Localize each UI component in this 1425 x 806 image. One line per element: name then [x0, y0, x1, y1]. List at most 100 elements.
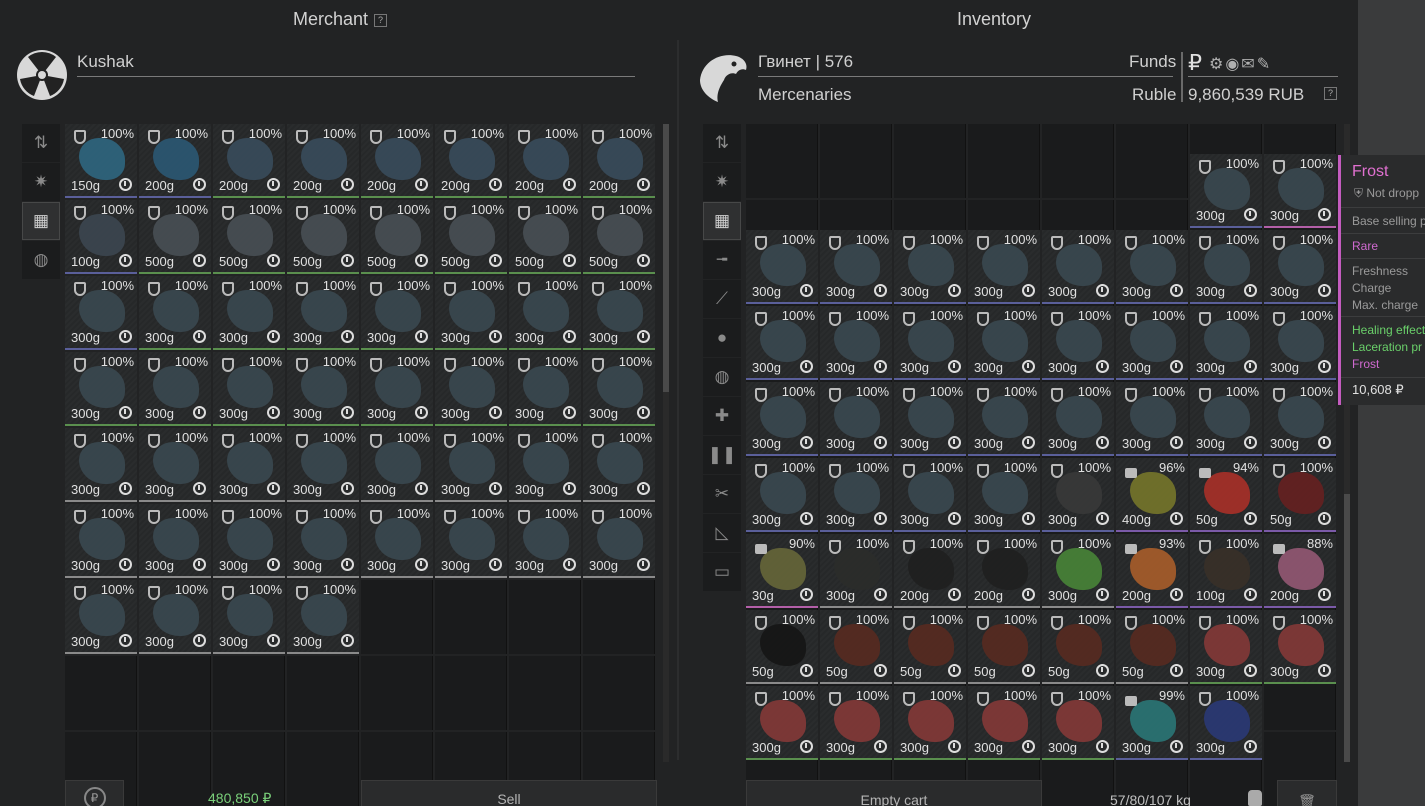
- grid-slot[interactable]: [361, 656, 433, 730]
- grid-slot[interactable]: [968, 124, 1040, 198]
- inventory-item[interactable]: 100% 300g: [894, 686, 966, 761]
- inventory-item[interactable]: 99% 300g: [1116, 686, 1188, 761]
- merchant-help-icon[interactable]: ?: [374, 13, 388, 27]
- inventory-item[interactable]: 100% 300g: [139, 504, 211, 578]
- inventory-item[interactable]: 100% 300g: [1264, 230, 1336, 305]
- grid-slot[interactable]: [509, 656, 581, 730]
- inventory-item[interactable]: 100% 200g: [894, 534, 966, 609]
- inventory-item[interactable]: 100% 500g: [139, 200, 211, 274]
- grid-slot[interactable]: [435, 656, 507, 730]
- misc-filter-button[interactable]: ▭: [703, 553, 741, 591]
- inventory-item[interactable]: 100% 50g: [1264, 458, 1336, 533]
- tools-filter-button[interactable]: ✂: [703, 475, 741, 513]
- inventory-item[interactable]: 100% 300g: [1042, 306, 1114, 381]
- inventory-item[interactable]: 100% 300g: [1264, 610, 1336, 685]
- grid-slot[interactable]: [287, 656, 359, 730]
- inventory-item[interactable]: 100% 300g: [583, 352, 655, 426]
- grid-slot[interactable]: [287, 732, 359, 806]
- inventory-item[interactable]: 100% 200g: [361, 124, 433, 198]
- inventory-item[interactable]: 100% 300g: [435, 428, 507, 502]
- inventory-item[interactable]: 100% 300g: [213, 352, 285, 426]
- ammo-filter-button[interactable]: ❚❚: [703, 436, 741, 474]
- inventory-item[interactable]: 100% 300g: [509, 276, 581, 350]
- medkit-filter-button[interactable]: ✚: [703, 397, 741, 435]
- inventory-item[interactable]: 100% 300g: [968, 458, 1040, 533]
- inventory-item[interactable]: 100% 300g: [1190, 306, 1262, 381]
- inventory-item[interactable]: 100% 50g: [1116, 610, 1188, 685]
- inventory-item[interactable]: 100% 300g: [287, 352, 359, 426]
- inventory-item[interactable]: 100% 100g: [1190, 534, 1262, 609]
- grenade-filter-button[interactable]: ●: [703, 319, 741, 357]
- inventory-item[interactable]: 100% 200g: [287, 124, 359, 198]
- inventory-item[interactable]: 100% 300g: [1042, 230, 1114, 305]
- currency-icons[interactable]: ⚙◉✉✎: [1209, 54, 1272, 74]
- inventory-item[interactable]: 100% 300g: [1264, 382, 1336, 457]
- currency-swap-button[interactable]: ₽: [65, 780, 124, 806]
- inventory-item[interactable]: 100% 300g: [583, 504, 655, 578]
- inventory-item[interactable]: 93% 200g: [1116, 534, 1188, 609]
- inventory-item[interactable]: 100% 300g: [287, 276, 359, 350]
- inventory-item[interactable]: 100% 300g: [746, 686, 818, 761]
- grid-slot[interactable]: [746, 124, 818, 198]
- inventory-item[interactable]: 100% 200g: [139, 124, 211, 198]
- inventory-item[interactable]: 100% 200g: [213, 124, 285, 198]
- grid-slot[interactable]: [583, 580, 655, 654]
- inventory-item[interactable]: 100% 300g: [509, 428, 581, 502]
- inventory-item[interactable]: 100% 300g: [1190, 686, 1262, 761]
- inventory-item[interactable]: 100% 300g: [287, 580, 359, 654]
- inventory-item[interactable]: 90% 30g: [746, 534, 818, 609]
- inventory-item[interactable]: 100% 300g: [968, 230, 1040, 305]
- grid-slot[interactable]: [894, 124, 966, 198]
- blueprint-filter-button[interactable]: ◺: [703, 514, 741, 552]
- inventory-item[interactable]: 94% 50g: [1190, 458, 1262, 533]
- inventory-item[interactable]: 96% 400g: [1116, 458, 1188, 533]
- inventory-item[interactable]: 100% 200g: [583, 124, 655, 198]
- inventory-item[interactable]: 100% 300g: [435, 352, 507, 426]
- merchant-scrollbar[interactable]: [663, 124, 669, 762]
- inventory-item[interactable]: 100% 300g: [435, 276, 507, 350]
- inventory-item[interactable]: 100% 50g: [746, 610, 818, 685]
- sell-button[interactable]: Sell: [361, 780, 657, 806]
- inventory-item[interactable]: 100% 300g: [361, 504, 433, 578]
- container-filter-button[interactable]: ◍: [703, 358, 741, 396]
- inventory-item[interactable]: 100% 300g: [820, 458, 892, 533]
- inventory-item[interactable]: 100% 300g: [820, 306, 892, 381]
- inventory-item[interactable]: 100% 300g: [820, 534, 892, 609]
- grid-slot[interactable]: [65, 656, 137, 730]
- inventory-item[interactable]: 100% 300g: [139, 428, 211, 502]
- inventory-item[interactable]: 100% 300g: [1116, 382, 1188, 457]
- inventory-item[interactable]: 100% 500g: [287, 200, 359, 274]
- inventory-item[interactable]: 100% 300g: [65, 276, 137, 350]
- inventory-scroll-thumb[interactable]: [1344, 494, 1350, 762]
- inventory-item[interactable]: 100% 300g: [1116, 306, 1188, 381]
- inventory-item[interactable]: 100% 300g: [509, 352, 581, 426]
- sort-button[interactable]: ⇅: [22, 124, 60, 162]
- trash-button[interactable]: 🗑: [1277, 780, 1337, 806]
- inventory-item[interactable]: 100% 300g: [968, 382, 1040, 457]
- weapon-filter-button[interactable]: ╼: [703, 241, 741, 279]
- grid-view-button[interactable]: ▦: [22, 202, 60, 240]
- inventory-item[interactable]: 100% 50g: [968, 610, 1040, 685]
- inventory-item[interactable]: 100% 200g: [968, 534, 1040, 609]
- inventory-item[interactable]: 100% 300g: [1264, 154, 1336, 229]
- inventory-item[interactable]: 100% 300g: [65, 504, 137, 578]
- grid-slot[interactable]: [139, 656, 211, 730]
- grid-slot[interactable]: [583, 656, 655, 730]
- inventory-item[interactable]: 100% 100g: [65, 200, 137, 274]
- inventory-item[interactable]: 100% 300g: [139, 276, 211, 350]
- inventory-item[interactable]: 100% 300g: [509, 504, 581, 578]
- inventory-item[interactable]: 100% 300g: [139, 352, 211, 426]
- grid-slot[interactable]: [361, 580, 433, 654]
- inventory-item[interactable]: 100% 300g: [894, 306, 966, 381]
- inventory-item[interactable]: 100% 300g: [287, 504, 359, 578]
- inventory-item[interactable]: 100% 300g: [1190, 154, 1262, 229]
- grid-slot[interactable]: [435, 580, 507, 654]
- grid-slot[interactable]: [1042, 124, 1114, 198]
- knife-filter-button[interactable]: ⟋: [703, 280, 741, 318]
- merchant-scroll-thumb[interactable]: [663, 124, 669, 392]
- inventory-item[interactable]: 100% 300g: [361, 428, 433, 502]
- ruble-icon[interactable]: ₽: [1188, 50, 1202, 76]
- inventory-item[interactable]: 100% 300g: [213, 580, 285, 654]
- inventory-item[interactable]: 100% 300g: [1190, 610, 1262, 685]
- inventory-item[interactable]: 100% 200g: [509, 124, 581, 198]
